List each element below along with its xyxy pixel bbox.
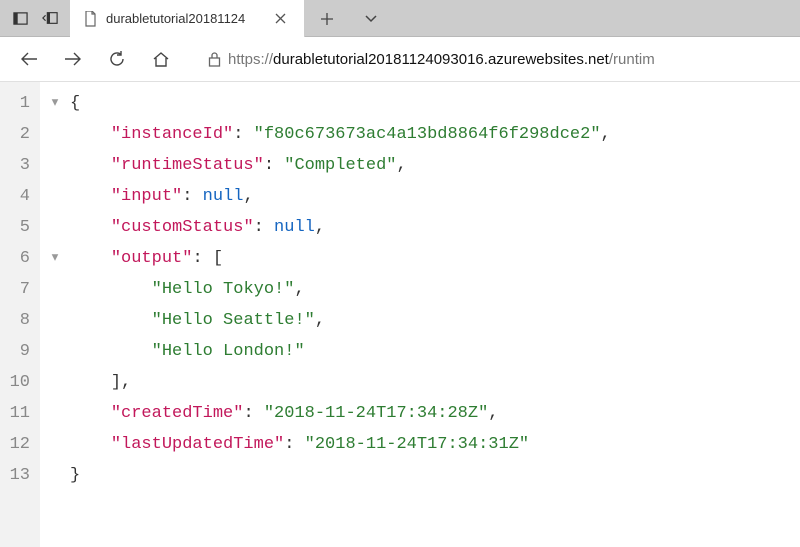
toolbar: https://durabletutorial20181124093016.az… (0, 37, 800, 82)
json-viewer: 1 2 3 4 5 6 7 8 9 10 11 12 13 ▾ ▾ { "ins… (0, 82, 800, 547)
url-host: durabletutorial20181124093016.azurewebsi… (273, 51, 609, 68)
url-text: https://durabletutorial20181124093016.az… (228, 51, 655, 68)
fold-gutter: ▾ ▾ (40, 82, 70, 547)
line-number: 13 (6, 460, 30, 491)
browser-tab[interactable]: durabletutorial20181124 (70, 0, 305, 37)
titlebar: durabletutorial20181124 (0, 0, 800, 37)
window-controls (0, 0, 70, 36)
line-number: 10 (6, 367, 30, 398)
line-number: 5 (6, 212, 30, 243)
line-number: 8 (6, 305, 30, 336)
line-number: 6 (6, 243, 30, 274)
line-number: 1 (6, 88, 30, 119)
refresh-button[interactable] (96, 39, 138, 79)
fold-toggle-icon[interactable]: ▾ (40, 88, 70, 119)
url-path: /runtim (609, 51, 655, 68)
set-aside-icon[interactable] (36, 0, 64, 37)
fold-toggle-icon[interactable]: ▾ (40, 243, 70, 274)
tab-title: durabletutorial20181124 (106, 11, 266, 26)
line-number: 3 (6, 150, 30, 181)
address-bar[interactable]: https://durabletutorial20181124093016.az… (192, 43, 792, 75)
line-number: 11 (6, 398, 30, 429)
lock-icon (200, 51, 228, 67)
line-gutter: 1 2 3 4 5 6 7 8 9 10 11 12 13 (0, 82, 40, 547)
new-tab-button[interactable] (305, 0, 349, 37)
tab-dropdown-icon[interactable] (349, 0, 393, 37)
line-number: 7 (6, 274, 30, 305)
line-number: 4 (6, 181, 30, 212)
code-body[interactable]: { "instanceId": "f80c673673ac4a13bd8864f… (70, 82, 611, 547)
close-icon[interactable] (266, 5, 294, 33)
forward-button[interactable] (52, 39, 94, 79)
back-button[interactable] (8, 39, 50, 79)
url-scheme: https:// (228, 51, 273, 68)
home-button[interactable] (140, 39, 182, 79)
line-number: 9 (6, 336, 30, 367)
line-number: 2 (6, 119, 30, 150)
line-number: 12 (6, 429, 30, 460)
tabs-aside-icon[interactable] (6, 0, 34, 37)
file-icon (82, 11, 98, 27)
